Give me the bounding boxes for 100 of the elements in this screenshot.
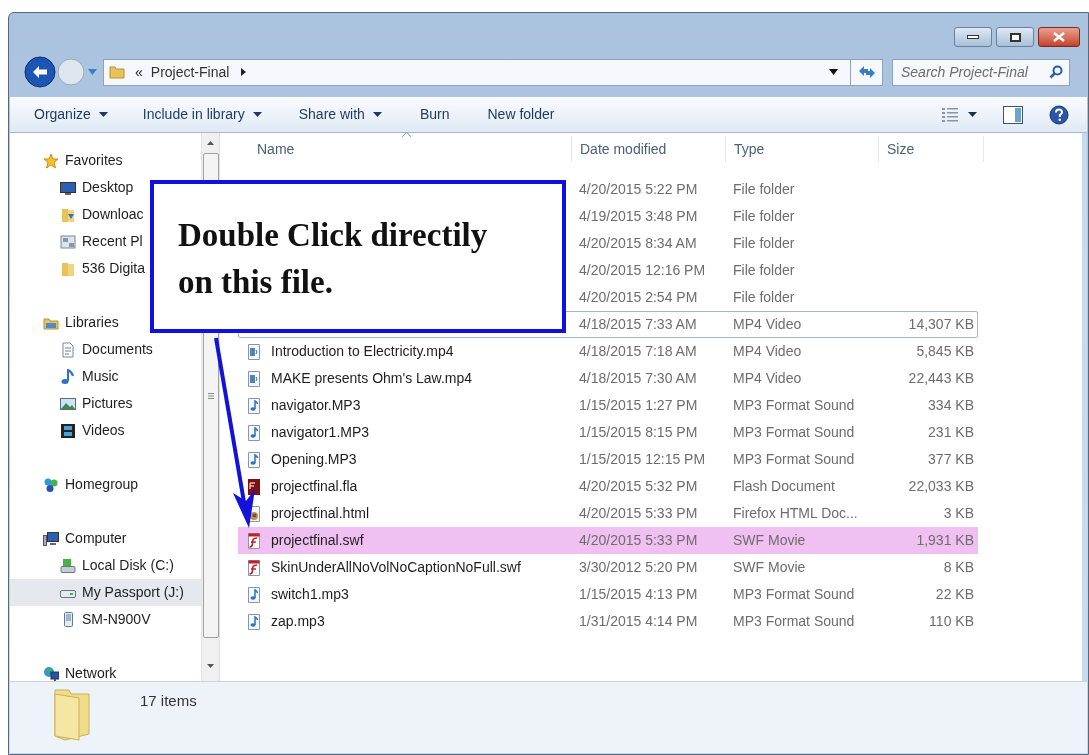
date-cell: 4/20/2015 5:22 PM (579, 181, 698, 197)
details-view-icon (942, 107, 958, 122)
address-bar[interactable]: « Project-Final (103, 58, 883, 86)
help-icon[interactable] (1049, 104, 1069, 125)
toolbar-button[interactable]: Include in library (142, 104, 262, 125)
file-row[interactable]: Opening.MP3 1/15/2015 12:15 PM MP3 Format Sound 377 KB (238, 446, 978, 473)
dropdown-icon[interactable] (829, 69, 838, 75)
file-name: navigator1.MP3 (271, 423, 370, 442)
file-row[interactable]: Introduction to Electricity.mp4 4/18/2015 7:18 AM MP4 Video 5,845 KB (238, 338, 978, 365)
audio-file-icon (246, 397, 262, 414)
sidebar-item[interactable]: Homegroup (10, 471, 201, 498)
sidebar-item[interactable]: My Passport (J:) (10, 579, 201, 606)
close-button[interactable] (1038, 27, 1080, 47)
sidebar-item[interactable]: Network (10, 660, 201, 681)
file-row[interactable]: projectfinal.swf 4/20/2015 5:33 PM SWF Movie 1,931 KB (238, 527, 978, 554)
column-header[interactable]: Type (725, 136, 878, 162)
location-text[interactable]: Project-Final (150, 61, 230, 83)
view-button[interactable] (942, 107, 977, 122)
star-icon (43, 152, 59, 169)
toolbar-button[interactable]: New folder (487, 104, 555, 125)
sidebar-item[interactable]: Libraries (10, 309, 201, 336)
column-header[interactable]: Size (878, 136, 983, 162)
recent-places-icon (60, 233, 76, 250)
scroll-down-icon[interactable] (207, 664, 214, 668)
item-count: 17 items (140, 691, 197, 711)
minimize-button[interactable] (954, 27, 992, 47)
file-name: navigator.MP3 (271, 396, 361, 415)
type-cell: File folder (733, 289, 795, 305)
type-cell: Firefox HTML Doc... (733, 505, 858, 521)
file-name: projectfinal.fla (271, 477, 358, 496)
sidebar-item[interactable]: Desktop (10, 174, 201, 201)
date-cell: 4/20/2015 12:16 PM (579, 262, 706, 278)
type-cell: MP4 Video (733, 316, 802, 332)
toolbar-button[interactable]: Organize (34, 104, 108, 125)
grip-icon (207, 392, 214, 399)
file-name: Introduction to Electricity.mp4 (271, 342, 454, 361)
sidebar-item[interactable]: Favorites (10, 147, 201, 174)
size-cell: 110 KB (929, 613, 974, 629)
homegroup-icon (43, 476, 59, 493)
network-icon (43, 665, 59, 681)
audio-file-icon (246, 613, 262, 630)
type-cell: SWF Movie (733, 559, 806, 575)
size-cell: 14,307 KB (908, 316, 974, 332)
size-cell: 22 KB (935, 586, 974, 602)
audio-file-icon (246, 451, 262, 468)
file-row[interactable]: projectfinal.fla 4/20/2015 5:32 PM Flash Document 22,033 KB (238, 473, 978, 500)
search-field[interactable]: Search Project-Final (892, 58, 1070, 86)
chevron-icon[interactable] (241, 68, 247, 76)
music-note-icon (60, 368, 76, 385)
overflow-mark[interactable]: « (135, 61, 143, 83)
date-cell: 1/15/2015 1:27 PM (579, 397, 698, 413)
type-cell: File folder (733, 262, 795, 278)
file-row[interactable]: navigator1.MP3 1/15/2015 8:15 PM MP3 Format Sound 231 KB (238, 419, 978, 446)
maximize-icon (1009, 32, 1021, 42)
size-cell: 3 KB (943, 505, 974, 521)
date-cell: 4/18/2015 7:18 AM (579, 343, 697, 359)
file-row[interactable]: switch1.mp3 1/15/2015 4:13 PM MP3 Format Sound 22 KB (238, 581, 978, 608)
column-header[interactable]: Date modified (571, 136, 725, 162)
file-row[interactable]: navigator.MP3 1/15/2015 1:27 PM MP3 Format Sound 334 KB (238, 392, 978, 419)
toolbar-button[interactable]: Burn (419, 104, 450, 125)
toolbar-button[interactable]: Share with (298, 104, 382, 125)
size-cell: 377 KB (928, 451, 974, 467)
back-button[interactable] (24, 56, 56, 88)
hard-disk-icon (60, 557, 76, 574)
type-cell: MP4 Video (733, 370, 802, 386)
download-folder-icon (60, 206, 76, 223)
date-cell: 4/20/2015 8:34 AM (579, 235, 697, 251)
sidebar-item[interactable]: Computer (10, 525, 201, 552)
size-cell: 1,931 KB (916, 532, 974, 548)
type-cell: File folder (733, 208, 795, 224)
refresh-icon[interactable] (857, 65, 876, 79)
date-cell: 4/20/2015 5:33 PM (579, 505, 698, 521)
date-cell: 4/18/2015 7:30 AM (579, 370, 697, 386)
search-icon[interactable] (1049, 65, 1063, 79)
size-cell: 5,845 KB (916, 343, 974, 359)
computer-icon (43, 530, 59, 547)
column-header[interactable]: Name (220, 136, 571, 162)
preview-pane-icon[interactable] (1003, 105, 1023, 124)
type-cell: MP4 Video (733, 343, 802, 359)
file-row[interactable]: MAKE presents Ohm's Law.mp4 4/18/2015 7:30 AM MP4 Video 22,443 KB (238, 365, 978, 392)
file-row[interactable]: zap.mp3 1/31/2015 4:14 PM MP3 Format Sound 110 KB (238, 608, 978, 635)
file-name: zap.mp3 (271, 612, 325, 631)
sidebar-item[interactable]: Pictures (10, 390, 201, 417)
film-strip-icon (60, 422, 76, 439)
close-icon (1053, 32, 1065, 42)
date-cell: 4/19/2015 3:48 PM (579, 208, 698, 224)
type-cell: MP3 Format Sound (733, 397, 855, 413)
folder-icon (60, 260, 76, 277)
picture-frame-icon (60, 395, 76, 412)
sidebar-item[interactable]: SM-N900V (10, 606, 201, 633)
sidebar-item[interactable]: Local Disk (C:) (10, 552, 201, 579)
sidebar-item[interactable]: Documents (10, 336, 201, 363)
sidebar-item[interactable]: Music (10, 363, 201, 390)
maximize-button[interactable] (996, 27, 1034, 47)
sidebar-item[interactable]: Videos (10, 417, 201, 444)
audio-file-icon (246, 424, 262, 441)
size-cell: 8 KB (943, 559, 974, 575)
scroll-up-icon[interactable] (207, 141, 214, 145)
type-cell: SWF Movie (733, 532, 806, 548)
file-row[interactable]: SkinUnderAllNoVolNoCaptionNoFull.swf 3/30/2012 5:20 PM SWF Movie 8 KB (238, 554, 978, 581)
